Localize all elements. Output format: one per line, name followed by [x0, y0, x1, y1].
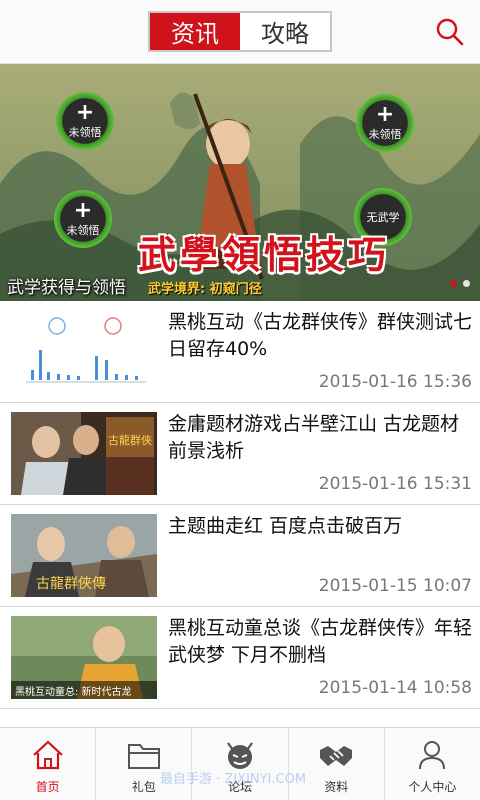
banner-subline: 武学境界: 初窥门径 [148, 282, 262, 297]
nav-label: 礼包 [131, 780, 156, 794]
skill-badge: + 未领悟 [54, 190, 112, 248]
skill-badge: + 未领悟 [356, 94, 414, 152]
nav-label: 首页 [35, 780, 60, 794]
nav-gift[interactable]: 礼包 [96, 728, 193, 800]
tab-news[interactable]: 资讯 [150, 13, 240, 50]
folder-icon [127, 744, 160, 769]
news-title: 主题曲走红 百度点击破百万 [168, 515, 403, 537]
search-icon [436, 18, 464, 46]
carousel-dot [463, 280, 470, 287]
nav-info[interactable]: 资料 [289, 728, 385, 800]
bottom-navigation: 首页 礼包 论坛 资料 个人中心 [0, 727, 480, 800]
nav-profile[interactable]: 个人中心 [385, 728, 480, 800]
nav-home[interactable]: 首页 [0, 728, 97, 800]
featured-banner[interactable]: + 未领悟 + 未领悟 + 未领悟 无武学 武學領悟技巧 武学境界: 初窥门径 武学获… [0, 64, 480, 301]
news-date: 2015-01-16 15:31 [318, 474, 472, 494]
carousel-dot-active [450, 280, 457, 287]
skill-badge: + 未领悟 [56, 92, 114, 150]
person-icon [419, 741, 446, 770]
news-item[interactable]: 黑桃互动童总: 新时代古龙 黑桃互动童总谈《古龙群侠传》年轻武侠梦 下月不删档 … [0, 607, 480, 709]
top-bar: 资讯 攻略 [0, 0, 480, 64]
svg-text:古龍群俠傳: 古龍群俠傳 [36, 575, 106, 592]
tab-guides[interactable]: 攻略 [240, 13, 330, 50]
nav-label: 资料 [324, 780, 349, 794]
news-thumbnail [11, 310, 157, 393]
nav-label: 个人中心 [408, 780, 457, 794]
search-button[interactable] [430, 12, 470, 52]
news-thumbnail-caption: 黑桃互动童总: 新时代古龙 [15, 687, 132, 698]
home-icon [32, 740, 63, 770]
handshake-icon [320, 746, 353, 766]
news-date: 2015-01-14 10:58 [318, 678, 472, 698]
banner-headline: 武學領悟技巧 [138, 232, 391, 277]
news-date: 2015-01-15 10:07 [318, 576, 472, 596]
category-segmented-control: 资讯 攻略 [148, 11, 332, 52]
news-thumbnail: 黑桃互动童总: 新时代古龙 [11, 616, 157, 699]
news-thumbnail: 古龍群俠 [11, 412, 157, 495]
news-item[interactable]: 古龍群俠傳 主题曲走红 百度点击破百万 2015-01-15 10:07 [0, 505, 480, 607]
news-item[interactable]: 古龍群俠 金庸题材游戏占半壁江山 古龙题材前景浅析 2015-01-16 15:… [0, 403, 480, 505]
carousel-indicator [450, 280, 470, 287]
news-thumbnail: 古龍群俠傳 [11, 514, 157, 597]
news-title: 金庸题材游戏占半壁江山 古龙题材前景浅析 [168, 413, 460, 462]
news-list: 黑桃互动《古龙群侠传》群侠测试七日留存40% 2015-01-16 15:36 … [0, 301, 480, 709]
site-watermark: 最自手游 · ZIXINYI.COM [160, 772, 307, 787]
devil-face-icon [227, 742, 253, 769]
news-date: 2015-01-16 15:36 [318, 372, 472, 392]
svg-text:古龍群俠: 古龍群俠 [108, 433, 152, 447]
news-item[interactable]: 黑桃互动《古龙群侠传》群侠测试七日留存40% 2015-01-16 15:36 [0, 301, 480, 403]
news-title: 黑桃互动童总谈《古龙群侠传》年轻武侠梦 下月不删档 [168, 617, 473, 666]
news-title: 黑桃互动《古龙群侠传》群侠测试七日留存40% [168, 311, 473, 360]
banner-caption: 武学获得与领悟 [7, 278, 126, 298]
nav-forum[interactable]: 论坛 [192, 728, 289, 800]
